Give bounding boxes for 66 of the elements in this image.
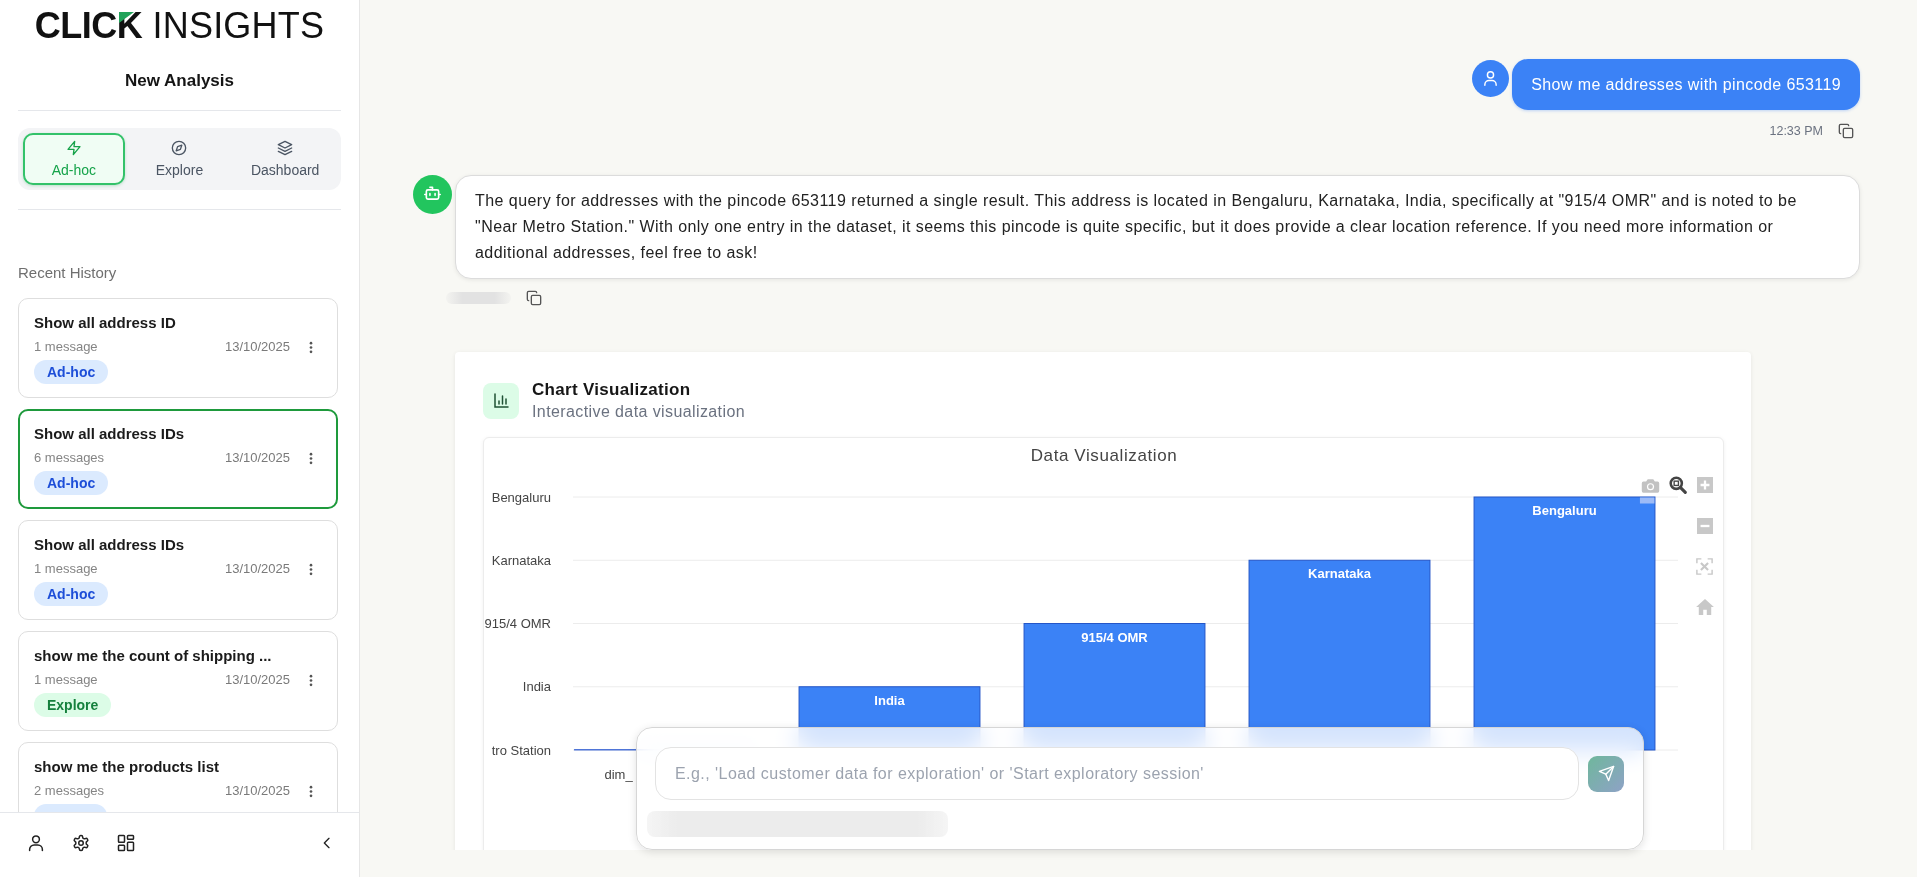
- history-date: 13/10/2025: [224, 671, 290, 689]
- x-axis-label: dim_: [604, 767, 633, 782]
- mode-tab[interactable]: Dashboard: [234, 133, 336, 185]
- history-title: Show all address IDs: [34, 424, 185, 444]
- assistant-message: The query for addresses with the pincode 653119 returned a single result. This address is located in Bengaluru, Karnataka, India, specifically at "915/4 OMR" and is noted to be "Near Metro Station." With only one entry in the dataset, it seems this pincode is quite specific, but it does provide a clear location reference. If you need more information or additional addresses, feel free to ask!: [455, 175, 1860, 279]
- message-count: 2 messages: [34, 782, 106, 800]
- mode-badge: Explore: [34, 693, 112, 717]
- y-axis-label: tro Station: [491, 742, 551, 758]
- history-date: 13/10/2025: [224, 338, 290, 356]
- y-axis-label: Bengaluru: [491, 489, 551, 505]
- new-analysis-button[interactable]: New Analysis: [119, 71, 240, 91]
- bar-label: India: [874, 692, 905, 708]
- section-heading: Recent History: [17, 263, 117, 283]
- history-title: Show all address ID: [34, 313, 176, 333]
- chart-title: Data Visualization: [1030, 446, 1178, 465]
- message-input[interactable]: E.g., 'Load customer data for exploration' or 'Start exploratory session': [655, 747, 1579, 800]
- history-date: 13/10/2025: [224, 449, 290, 467]
- history-title: show me the count of shipping ...: [34, 646, 272, 666]
- chart-card-subtitle: Interactive data visualization: [532, 402, 745, 422]
- message-time: 12:33 PM: [1769, 124, 1823, 138]
- history-card[interactable]: Show all address IDs 6 messages 13/10/2025 Ad-hoc: [18, 409, 338, 509]
- history-card[interactable]: show me the products list 2 messages 13/10/2025: [18, 742, 338, 812]
- compass-icon: [171, 140, 188, 156]
- kebab-icon[interactable]: [309, 340, 313, 354]
- message-count: 1 message: [34, 560, 99, 578]
- message-count: 1 message: [34, 338, 99, 356]
- history-date: 13/10/2025: [224, 782, 290, 800]
- user-avatar-icon: [1472, 60, 1510, 97]
- robot-avatar-icon: [413, 175, 452, 214]
- bar-label: Karnataka: [1308, 566, 1371, 582]
- bar-chart-icon: [483, 383, 519, 419]
- magnifier-icon[interactable]: [1668, 476, 1687, 495]
- send-button[interactable]: [1588, 755, 1624, 792]
- bar-label: Bengaluru: [1532, 503, 1597, 518]
- user-message: Show me addresses with pincode 653119: [1512, 59, 1860, 110]
- kebab-icon[interactable]: [309, 451, 313, 465]
- message-count: 1 message: [34, 671, 99, 689]
- bar-label: 915/4 OMR: [1081, 629, 1148, 645]
- y-axis-label: Karnataka: [491, 552, 551, 568]
- copy-icon[interactable]: [526, 290, 542, 306]
- kebab-icon[interactable]: [309, 784, 313, 798]
- user-icon[interactable]: [27, 834, 45, 852]
- lightning-icon: [65, 140, 82, 156]
- history-title: Show all address IDs: [34, 535, 185, 555]
- logo: CLICK INSIGHTS: [34, 6, 325, 46]
- history-title: show me the products list: [34, 757, 220, 777]
- mode-tab[interactable]: Explore: [128, 133, 231, 185]
- mode-badge: Ad-hoc: [34, 471, 109, 495]
- y-axis-label: India: [522, 679, 551, 695]
- copy-icon[interactable]: [1838, 123, 1854, 139]
- kebab-icon[interactable]: [309, 673, 313, 687]
- y-axis-label: 915/4 OMR: [484, 616, 551, 631]
- layers-icon: [277, 140, 294, 156]
- history-card[interactable]: Show all address ID 1 message 13/10/2025 Ad-hoc: [18, 298, 338, 398]
- history-card[interactable]: show me the count of shipping ... 1 message 13/10/2025 Explore: [18, 631, 338, 731]
- mode-badge: Ad-hoc: [34, 360, 109, 384]
- grid-icon[interactable]: [117, 834, 135, 852]
- mode-badge: Ad-hoc: [34, 582, 109, 606]
- history-card[interactable]: Show all address IDs 1 message 13/10/2025 Ad-hoc: [18, 520, 338, 620]
- kebab-icon[interactable]: [309, 562, 313, 576]
- chart-card-title: Chart Visualization: [532, 380, 691, 400]
- send-icon: [1597, 765, 1615, 782]
- hover-marker: [1639, 497, 1655, 504]
- history-date: 13/10/2025: [224, 560, 290, 578]
- message-count: 6 messages: [34, 449, 106, 467]
- settings-icon[interactable]: [72, 834, 90, 852]
